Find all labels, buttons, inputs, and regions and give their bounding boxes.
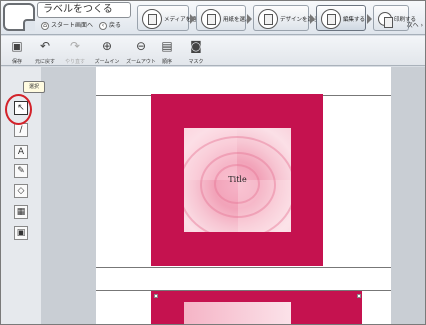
edit-icon (321, 9, 341, 29)
rose-photo-second[interactable] (184, 302, 291, 324)
next-link[interactable]: 次へ › (407, 20, 423, 29)
guide-line (96, 267, 391, 268)
shape-tool-icon[interactable]: ◇ (14, 184, 28, 198)
save-label: 保存 (11, 59, 22, 65)
step-edit-label: 編集する (343, 17, 366, 23)
app-title: ラベルをつくる (37, 2, 131, 18)
redo-label: やり直す (64, 59, 85, 65)
redo-button[interactable]: ↷ やり直す (61, 39, 89, 65)
rose-petal (184, 136, 291, 232)
home-icon: ⌂ (41, 21, 49, 30)
order-icon: ▤ (161, 39, 173, 53)
save-icon: ▣ (11, 39, 23, 53)
highlight-circle (5, 94, 32, 125)
step-arrow-icon (367, 14, 372, 24)
zoom-in-label: ズームイン (94, 59, 120, 65)
back-link[interactable]: ‹ 戻る (99, 20, 121, 32)
design-icon (258, 9, 278, 29)
order-button[interactable]: ▤ 順序 (159, 39, 175, 65)
pen-tool-icon[interactable]: ∕ (14, 123, 28, 137)
step-arrow-icon (190, 14, 195, 24)
undo-label: 元に戻す (34, 59, 55, 65)
selection-handle[interactable] (154, 294, 158, 298)
print-icon (378, 12, 393, 28)
step-paper[interactable]: 用紙を選ぶ (196, 5, 251, 31)
mask-icon: ◙ (190, 39, 202, 53)
media-icon (142, 9, 162, 29)
mask-button[interactable]: ◙ マスク (185, 39, 207, 65)
image-tool-icon[interactable]: ▣ (14, 226, 28, 240)
step-design[interactable]: デザインを選ぶ (253, 5, 319, 31)
selection-handle[interactable] (357, 294, 361, 298)
next-label: 次へ (406, 22, 419, 29)
order-label: 順序 (161, 59, 172, 65)
zoom-in-button[interactable]: ⊕ ズームイン (93, 39, 121, 65)
table-tool-icon[interactable]: ▦ (14, 205, 28, 219)
step-arrow-icon (310, 14, 315, 24)
undo-button[interactable]: ↶ 元に戻す (31, 39, 59, 65)
zoom-out-icon: ⊖ (135, 39, 147, 53)
text-tool-icon[interactable]: A (14, 145, 28, 159)
photo-title-text[interactable]: Title (184, 175, 291, 184)
save-button[interactable]: ▣ 保存 (6, 39, 28, 65)
back-arrow-icon: ‹ (99, 21, 107, 30)
back-label: 戻る (109, 22, 122, 29)
undo-icon: ↶ (39, 39, 51, 53)
step-arrow-icon (247, 14, 252, 24)
rose-photo[interactable]: Title (184, 128, 291, 232)
mask-label: マスク (188, 59, 204, 65)
start-screen-link[interactable]: ⌂ スタート画面へ (41, 20, 93, 32)
step-media[interactable]: メディアを選ぶ (137, 5, 202, 31)
canvas-margin-left (41, 67, 96, 324)
step-edit[interactable]: 編集する (316, 5, 366, 31)
paper-icon (201, 9, 221, 29)
wizard-steps: メディアを選ぶ 用紙を選ぶ デザインを選ぶ 編集する 印刷する (137, 5, 425, 33)
canvas-margin-right (391, 67, 425, 324)
zoom-out-button[interactable]: ⊖ ズームアウト (123, 39, 159, 65)
zoom-in-icon: ⊕ (101, 39, 113, 53)
header-bar: ラベルをつくる ⌂ スタート画面へ ‹ 戻る メディアを選ぶ 用紙を選ぶ デザインを… (1, 1, 425, 35)
brush-tool-icon[interactable]: ✎ (14, 164, 28, 178)
start-screen-label: スタート画面へ (51, 22, 94, 29)
app-logo-icon (3, 3, 35, 31)
edit-toolbar: ▣ 保存 ↶ 元に戻す ↷ やり直す ⊕ ズームイン ⊖ ズームアウト ▤ 順序… (1, 36, 425, 66)
redo-icon: ↷ (69, 39, 81, 53)
app-window: ラベルをつくる ⌂ スタート画面へ ‹ 戻る メディアを選ぶ 用紙を選ぶ デザインを… (0, 0, 426, 325)
step-print[interactable]: 印刷する (373, 5, 416, 31)
tool-tooltip: 選択 (23, 81, 45, 93)
zoom-out-label: ズームアウト (126, 59, 156, 65)
